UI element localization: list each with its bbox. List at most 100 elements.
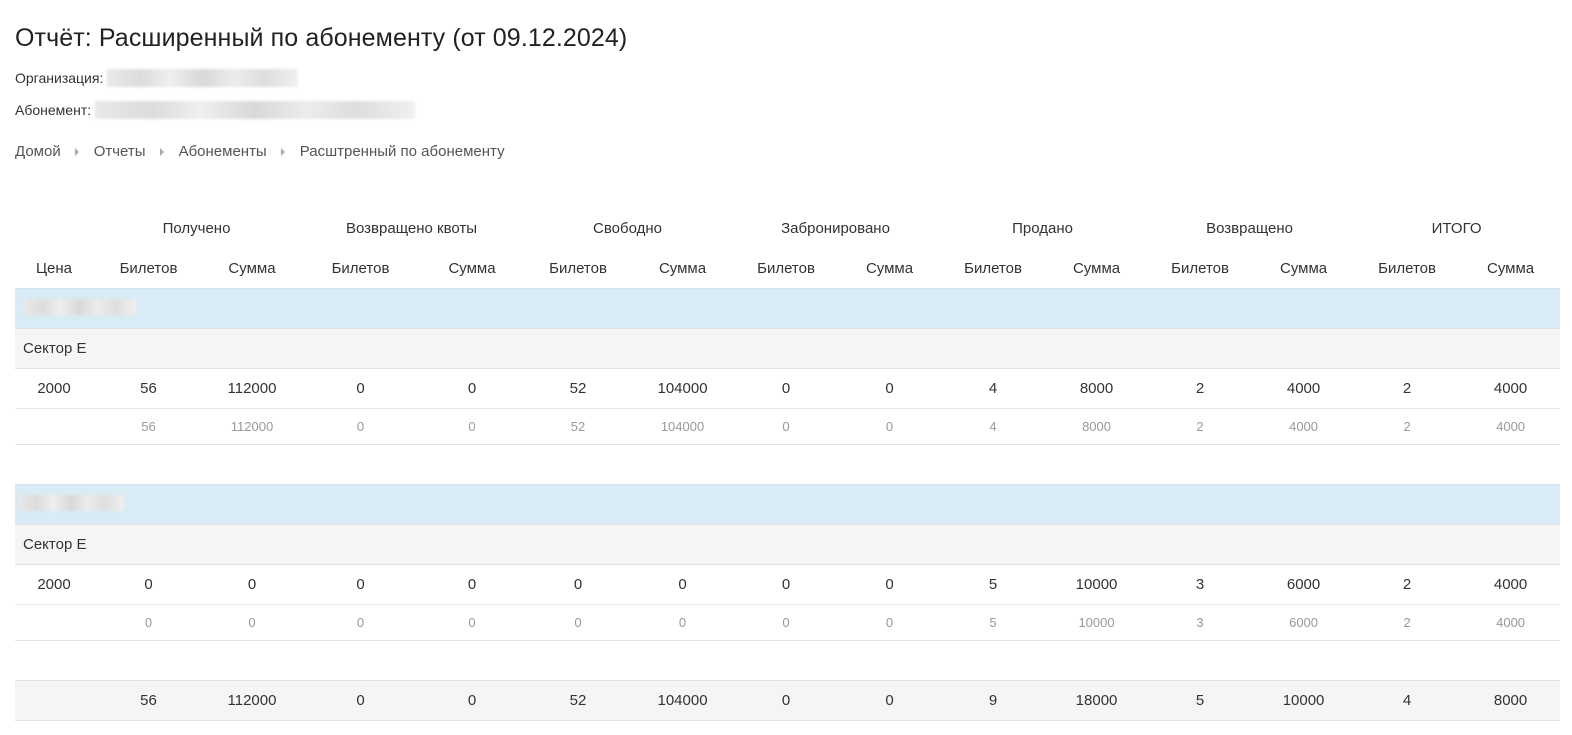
table-cell: 0: [204, 564, 300, 605]
table-cell: 0: [204, 604, 300, 641]
column-header: Сумма: [1072, 259, 1121, 277]
report-table: Получено Возвращено квоты Свободно Забро…: [15, 208, 1561, 721]
table-cell: 0: [300, 564, 421, 605]
spacer-row: [15, 641, 1560, 681]
table-cell: 0: [633, 604, 733, 641]
breadcrumb-separator-icon: [74, 147, 79, 156]
table-cell: 2: [1353, 408, 1462, 445]
table-cell: 6000: [1254, 564, 1354, 605]
table-cell: 4: [939, 368, 1048, 409]
breadcrumb-home[interactable]: Домой: [15, 143, 61, 160]
table-cell: 0: [732, 680, 841, 721]
table-cell: 3: [1146, 604, 1255, 641]
group-header-quota-returned: Возвращено квоты: [345, 219, 478, 237]
table-cell: 0: [840, 368, 940, 409]
breadcrumb-separator-icon: [280, 147, 285, 156]
table-cell: 0: [421, 408, 524, 445]
sector-name: Сектор Е: [15, 328, 1561, 369]
spacer-row: [15, 445, 1560, 485]
table-cell: 4000: [1254, 368, 1354, 409]
table-cell: 0: [840, 604, 940, 641]
column-header: Билетов: [1171, 259, 1229, 277]
sector-name: Сектор Е: [15, 524, 1561, 565]
table-cell: 0: [732, 604, 841, 641]
table-cell: 104000: [633, 680, 733, 721]
table-cell: 2: [1146, 368, 1255, 409]
table-cell: 52: [523, 680, 634, 721]
table-cell: 0: [93, 604, 204, 641]
table-cell: 0: [300, 680, 421, 721]
column-header: Сумма: [448, 259, 496, 277]
column-header: Билетов: [331, 259, 390, 277]
table-cell: 0: [840, 680, 940, 721]
table-cell: 4000: [1254, 408, 1354, 445]
breadcrumb: Домой Отчеты Абонементы Расштренный по а…: [15, 143, 505, 160]
table-cell: 112000: [204, 408, 300, 445]
event-group-row: [15, 484, 1561, 525]
table-cell: 104000: [633, 408, 733, 445]
group-header-empty: [15, 208, 93, 248]
group-header-free: Свободно: [593, 219, 662, 237]
table-cell: 0: [421, 604, 524, 641]
table-cell: 0: [300, 368, 421, 409]
table-cell: 4000: [1461, 564, 1561, 605]
breadcrumb-reports[interactable]: Отчеты: [94, 143, 146, 160]
table-cell: 0: [300, 604, 421, 641]
table-cell: 2: [1353, 604, 1462, 641]
table-row: 2000 56 112000 0 0 52 104000 0 0 4 8000 …: [15, 368, 1561, 409]
cell-price: 2000: [15, 368, 93, 409]
column-header: Цена: [35, 259, 73, 277]
table-cell: 0: [93, 564, 204, 605]
table-cell: 0: [633, 564, 733, 605]
table-cell: 112000: [204, 680, 300, 721]
column-header: Сумма: [1487, 259, 1535, 277]
table-cell: 2: [1353, 564, 1462, 605]
table-cell: 52: [523, 408, 634, 445]
table-cell: 4000: [1461, 368, 1561, 409]
subscription-label: Абонемент:: [15, 102, 92, 118]
table-cell: 8000: [1047, 368, 1147, 409]
column-header: Сумма: [865, 259, 914, 277]
table-cell: 10000: [1047, 564, 1147, 605]
event-name-redacted: [15, 288, 1561, 329]
table-cell: 8000: [1461, 680, 1561, 721]
group-header-sold: Продано: [1012, 219, 1073, 237]
table-cell: 0: [300, 408, 421, 445]
event-name-redacted: [15, 484, 1561, 525]
table-cell: 4000: [1461, 604, 1561, 641]
table-cell: 4: [1353, 680, 1462, 721]
group-header-received: Получено: [162, 219, 231, 237]
table-cell: 0: [732, 564, 841, 605]
table-cell: 10000: [1047, 604, 1147, 641]
table-cell: 0: [840, 408, 940, 445]
sector-row: Сектор Е: [15, 524, 1561, 565]
breadcrumb-subscriptions[interactable]: Абонементы: [179, 143, 267, 160]
column-header: Билетов: [1378, 259, 1436, 277]
table-cell: 18000: [1047, 680, 1147, 721]
sector-row: Сектор Е: [15, 328, 1561, 369]
table-cell: 5: [939, 564, 1048, 605]
group-header-reserved: Забронировано: [781, 219, 890, 237]
table-row: 2000 0 0 0 0 0 0 0 0 5 10000 3 6000 2 40…: [15, 564, 1561, 605]
table-cell: 52: [523, 368, 634, 409]
table-cell: 112000: [204, 368, 300, 409]
event-group-row: [15, 288, 1561, 329]
table-cell: 0: [840, 564, 940, 605]
table-cell: 0: [421, 564, 524, 605]
table-cell: 0: [523, 564, 634, 605]
grand-total-row: 56 112000 0 0 52 104000 0 0 9 18000 5 10…: [15, 680, 1561, 721]
table-cell: 2: [1353, 368, 1462, 409]
column-header: Билетов: [964, 259, 1022, 277]
table-cell: 6000: [1254, 604, 1354, 641]
group-header-row: Получено Возвращено квоты Свободно Забро…: [15, 208, 1560, 248]
subtotal-row: 0 0 0 0 0 0 0 0 5 10000 3 6000 2 4000: [15, 604, 1561, 641]
subscription-line: Абонемент:: [15, 101, 416, 119]
table-cell: 0: [523, 604, 634, 641]
table-cell: 56: [93, 680, 204, 721]
table-cell: 3: [1146, 564, 1255, 605]
group-header-returned: Возвращено: [1206, 219, 1293, 237]
table-cell: 5: [1146, 680, 1255, 721]
column-header: Билетов: [757, 259, 815, 277]
cell-price: 2000: [15, 564, 93, 605]
table-cell: [15, 604, 93, 641]
